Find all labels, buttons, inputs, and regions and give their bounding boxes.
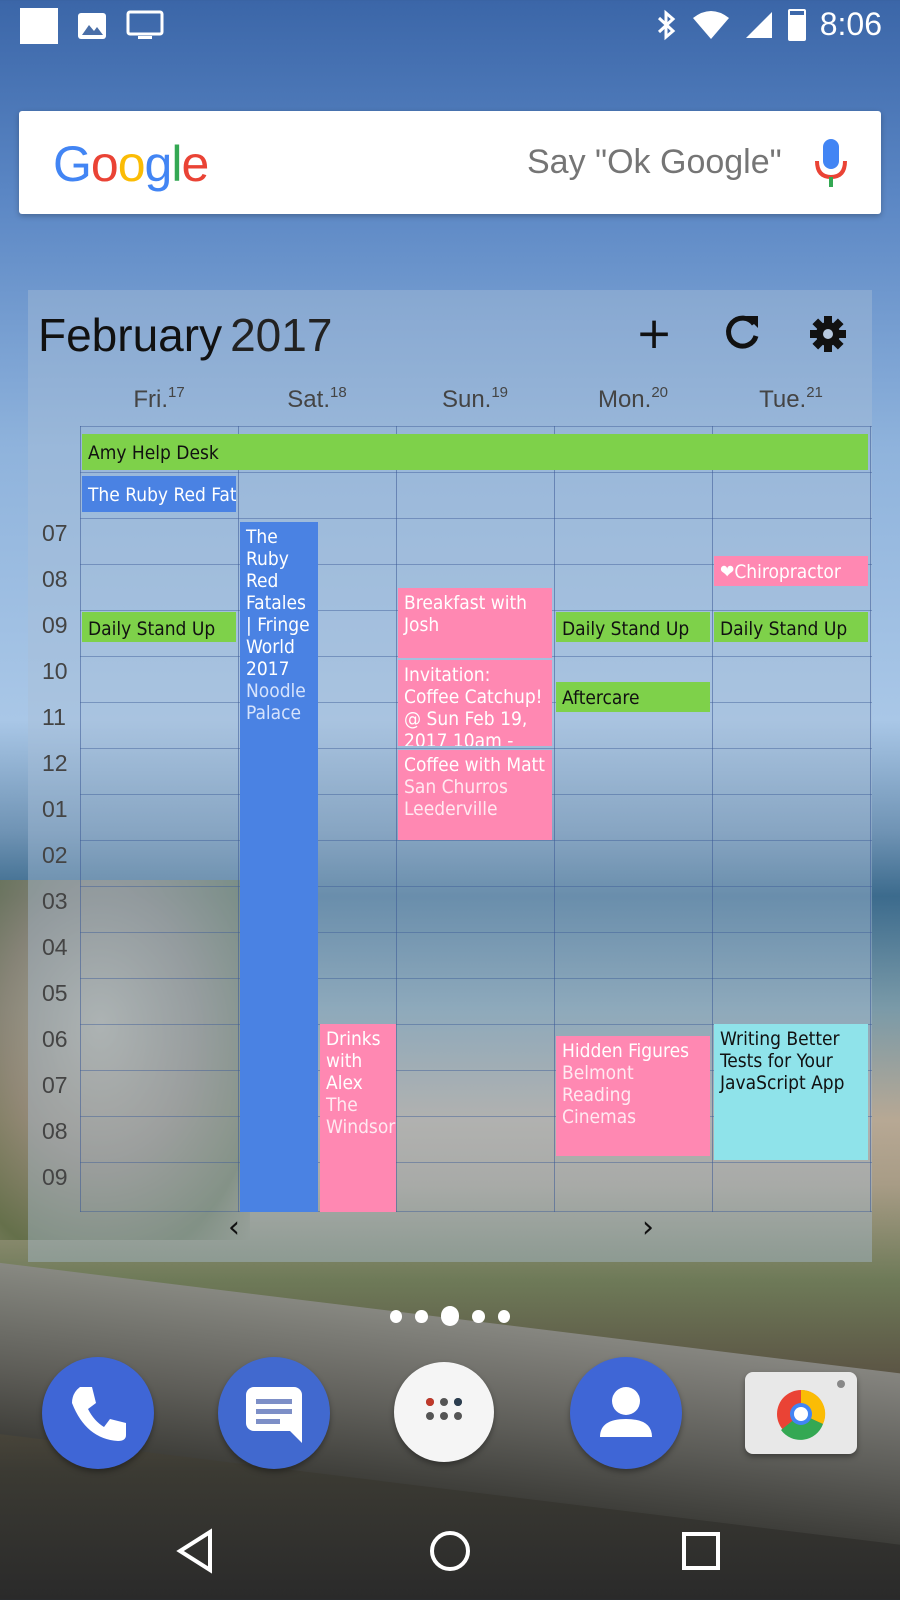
- page-indicator: [390, 1304, 511, 1328]
- app-drawer-button[interactable]: [394, 1362, 494, 1462]
- home-icon[interactable]: [420, 1524, 480, 1578]
- page-dot-active: [440, 1306, 460, 1326]
- hour-label: 10: [42, 658, 68, 684]
- battery-icon: [787, 8, 806, 41]
- day-header-sat[interactable]: Sat.18: [238, 384, 396, 414]
- wifi-icon: [692, 10, 729, 39]
- event-breakfast-with-josh[interactable]: Breakfast with Josh: [398, 588, 552, 658]
- hour-label: 07: [42, 520, 68, 546]
- messages-app-button[interactable]: [218, 1357, 330, 1469]
- event-chiropractor[interactable]: ❤Chiropractor: [714, 556, 868, 586]
- cast-icon: [126, 10, 164, 39]
- contacts-icon: [600, 1387, 652, 1437]
- day-header-mon[interactable]: Mon.20: [554, 384, 712, 414]
- camera-icon: [777, 1380, 845, 1440]
- hour-label: 02: [42, 842, 68, 868]
- event-daily-stand-up-mon[interactable]: Daily Stand Up: [556, 612, 710, 642]
- clock: 8:06: [819, 6, 882, 42]
- phone-icon: [72, 1387, 126, 1441]
- day-header-fri[interactable]: Fri.17: [80, 384, 238, 414]
- event-coffee-with-matt[interactable]: Coffee with Matt San Churros Leederville: [398, 750, 552, 840]
- event-daily-stand-up-tue[interactable]: Daily Stand Up: [714, 612, 868, 642]
- event-title: The Ruby Red Fatales | Fringe World 2017: [246, 526, 310, 680]
- event-location: San Churros Leederville: [404, 776, 508, 820]
- calendar-title: February 2017: [38, 308, 332, 362]
- event-title: Hidden Figures: [562, 1040, 690, 1062]
- hour-label: 08: [42, 1118, 68, 1144]
- navigation-bar: [0, 1500, 900, 1600]
- event-location: Belmont Reading Cinemas: [562, 1062, 637, 1128]
- add-event-button[interactable]: +: [628, 308, 680, 360]
- year-label: 2017: [230, 309, 333, 361]
- notification-square-icon: [20, 8, 58, 44]
- page-dot: [497, 1309, 511, 1323]
- event-drinks-with-alex[interactable]: Drinks with Alex The Windsor: [320, 1024, 396, 1212]
- prev-week-button[interactable]: ‹: [214, 1208, 254, 1248]
- contacts-app-button[interactable]: [570, 1357, 682, 1469]
- heart-icon: ❤: [720, 561, 735, 583]
- recents-icon[interactable]: [672, 1524, 732, 1578]
- google-logo: Google: [53, 136, 209, 192]
- settings-gear-icon[interactable]: [802, 308, 854, 360]
- day-header-tue[interactable]: Tue.21: [712, 384, 870, 414]
- hour-label: 05: [42, 980, 68, 1006]
- hour-label: 09: [42, 1164, 68, 1190]
- hour-label: 11: [42, 704, 66, 730]
- event-aftercare[interactable]: Aftercare: [556, 682, 710, 712]
- image-icon: [78, 13, 106, 39]
- calendar-widget: February 2017 + Fri.17 Sat.18 Sun.19 Mon.…: [28, 290, 872, 1262]
- status-bar: 8:06: [0, 0, 900, 52]
- mic-icon[interactable]: [809, 135, 853, 191]
- event-title: Drinks with Alex: [326, 1028, 381, 1094]
- back-icon[interactable]: [168, 1524, 228, 1578]
- phone-app-button[interactable]: [42, 1357, 154, 1469]
- event-location: The Windsor: [326, 1094, 396, 1138]
- event-ruby-red-fatales-sat[interactable]: The Ruby Red Fatales | Fringe World 2017…: [240, 522, 318, 1212]
- bluetooth-icon: [657, 9, 675, 40]
- search-hint: Say "Ok Google": [527, 143, 782, 181]
- event-writing-better-tests[interactable]: Writing Better Tests for Your JavaScript…: [714, 1024, 868, 1160]
- hour-label: 12: [42, 750, 68, 776]
- event-title: Coffee with Matt: [404, 754, 545, 776]
- hour-label: 06: [42, 1026, 68, 1052]
- calendar-header: February 2017 +: [28, 290, 872, 378]
- hour-label: 08: [42, 566, 68, 592]
- app-drawer-icon: [426, 1398, 462, 1420]
- hour-label: 09: [42, 612, 68, 638]
- refresh-icon[interactable]: [716, 308, 768, 360]
- page-dot: [390, 1309, 403, 1323]
- calendar-grid[interactable]: Amy Help Desk The Ruby Red Fatales The R…: [80, 426, 872, 1212]
- event-ruby-red-fatales-fri[interactable]: The Ruby Red Fatales: [82, 476, 236, 512]
- camera-app-button[interactable]: [745, 1372, 857, 1454]
- month-label: February: [38, 309, 223, 361]
- day-header-sun[interactable]: Sun.19: [396, 384, 554, 414]
- page-dot: [472, 1309, 485, 1323]
- event-amy-help-desk[interactable]: Amy Help Desk: [82, 434, 868, 470]
- hour-label: 01: [42, 796, 68, 822]
- event-daily-stand-up-fri[interactable]: Daily Stand Up: [82, 612, 236, 642]
- event-title: Chiropractor: [734, 561, 841, 583]
- event-hidden-figures[interactable]: Hidden Figures Belmont Reading Cinemas: [556, 1036, 710, 1156]
- hour-label: 07: [42, 1072, 68, 1098]
- page-dot: [415, 1309, 428, 1323]
- next-week-button[interactable]: ›: [628, 1208, 668, 1248]
- hour-label: 03: [42, 888, 68, 914]
- event-location: Noodle Palace: [246, 680, 306, 724]
- messages-icon: [246, 1387, 302, 1443]
- google-search-bar[interactable]: Google Say "Ok Google": [19, 111, 881, 214]
- signal-icon: [745, 11, 772, 38]
- hour-label: 04: [42, 934, 68, 960]
- event-invitation-coffee-catchup[interactable]: Invitation: Coffee Catchup! @ Sun Feb 19…: [398, 660, 552, 746]
